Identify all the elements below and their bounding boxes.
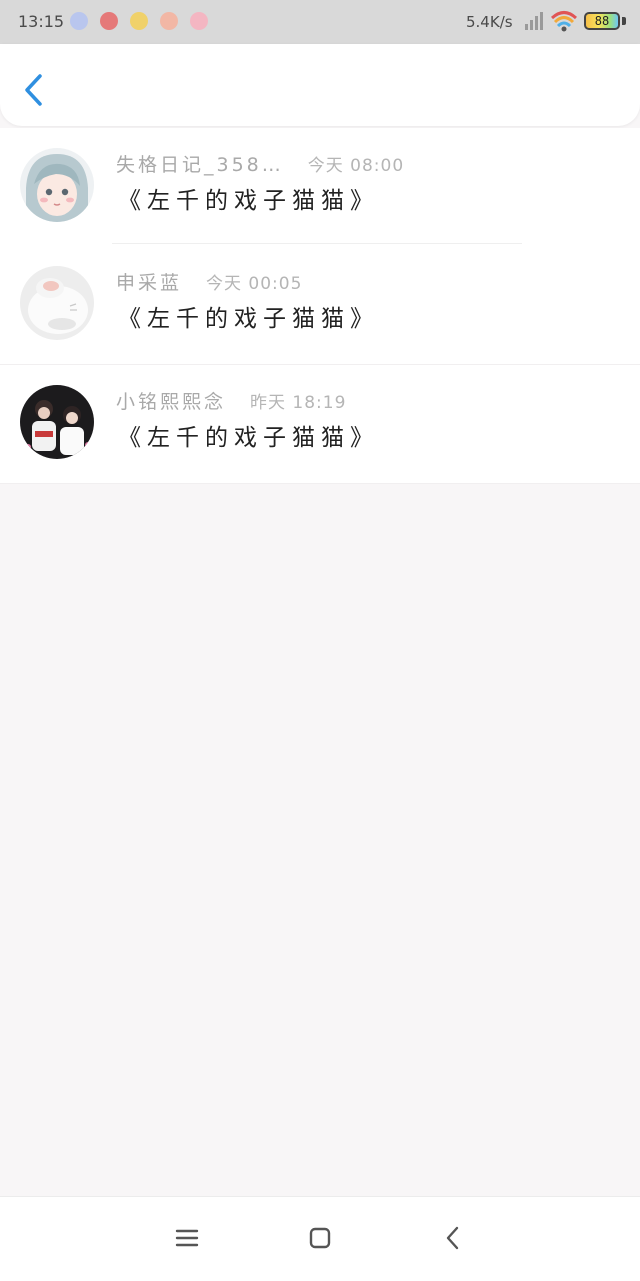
home-icon[interactable] bbox=[307, 1225, 333, 1251]
sender-name: 失格日记_358… bbox=[116, 154, 284, 176]
battery-tip bbox=[622, 17, 626, 25]
wifi-icon bbox=[550, 11, 578, 32]
app-icon-4 bbox=[160, 12, 178, 30]
header bbox=[0, 44, 640, 126]
app-icon-3 bbox=[130, 12, 148, 30]
avatar[interactable] bbox=[20, 385, 94, 459]
message-meta: 申采蓝 今天 00:05 bbox=[116, 270, 302, 297]
app-icon-1 bbox=[70, 12, 88, 30]
app-icon-5 bbox=[190, 12, 208, 30]
battery-indicator: 88 bbox=[584, 12, 620, 30]
photo-avatar-image bbox=[20, 385, 94, 459]
message-list: 失格日记_358… 今天 08:00 《左千的戏子猫猫》 申采蓝 今天 00:05 … bbox=[0, 128, 640, 484]
avatar[interactable] bbox=[20, 266, 94, 340]
list-item[interactable]: 小铭熙熙念 昨天 18:19 《左千的戏子猫猫》 bbox=[0, 365, 640, 484]
list-item[interactable]: 失格日记_358… 今天 08:00 《左千的戏子猫猫》 bbox=[0, 128, 640, 246]
list-item[interactable]: 申采蓝 今天 00:05 《左千的戏子猫猫》 bbox=[0, 246, 640, 365]
sender-name: 小铭熙熙念 bbox=[116, 391, 227, 413]
message-time: 今天 08:00 bbox=[307, 156, 405, 176]
network-speed: 5.4K/s bbox=[466, 13, 513, 31]
message-meta: 失格日记_358… 今天 08:00 bbox=[116, 152, 404, 179]
message-text: 《左千的戏子猫猫》 bbox=[118, 425, 379, 451]
avatar[interactable] bbox=[20, 148, 94, 222]
cat-figurine-avatar-image bbox=[20, 266, 94, 340]
message-text: 《左千的戏子猫猫》 bbox=[118, 188, 379, 214]
back-icon[interactable] bbox=[440, 1225, 466, 1251]
menu-icon[interactable] bbox=[174, 1225, 200, 1251]
chevron-left-icon[interactable] bbox=[20, 72, 50, 108]
anime-avatar-image bbox=[20, 148, 94, 222]
app-icon-2 bbox=[100, 12, 118, 30]
message-time: 今天 00:05 bbox=[206, 274, 303, 294]
status-app-icons bbox=[70, 12, 208, 30]
status-bar: 13:15 5.4K/s 88 bbox=[0, 0, 640, 44]
signal-icon bbox=[525, 12, 543, 30]
status-time: 13:15 bbox=[18, 12, 65, 31]
message-meta: 小铭熙熙念 昨天 18:19 bbox=[116, 389, 346, 416]
sender-name: 申采蓝 bbox=[116, 272, 183, 294]
navigation-bar bbox=[0, 1196, 640, 1281]
message-time: 昨天 18:19 bbox=[250, 393, 347, 413]
message-text: 《左千的戏子猫猫》 bbox=[118, 306, 379, 332]
row-divider bbox=[112, 243, 522, 244]
